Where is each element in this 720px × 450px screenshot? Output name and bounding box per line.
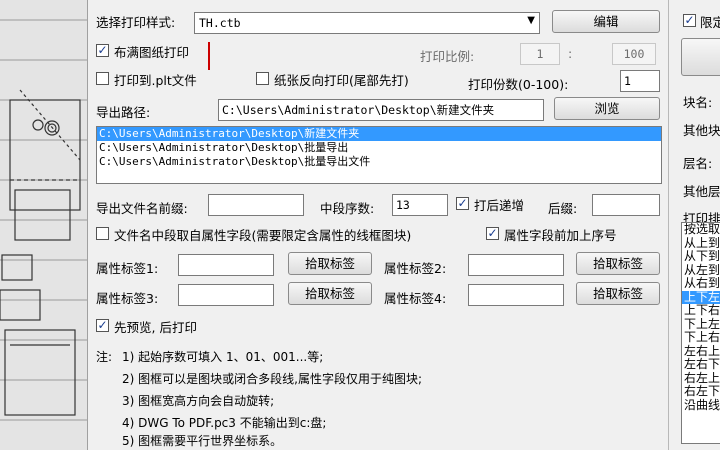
- list-item[interactable]: C:\Users\Administrator\Desktop\新建文件夹: [97, 127, 661, 141]
- print-style-value: TH.ctb: [199, 16, 241, 30]
- reverse-print-label: 纸张反向打印(尾部先打): [274, 73, 409, 88]
- note-line: 1) 起始序数可填入 1、01、001...等;: [122, 350, 324, 364]
- attr-prefix-seq-label: 属性字段前加上序号: [504, 228, 617, 243]
- scale-right-input[interactable]: 100: [612, 43, 656, 65]
- attr-tag-1-input[interactable]: [178, 254, 274, 276]
- filename-prefix-input[interactable]: [208, 194, 304, 216]
- mid-from-attr-checkbox[interactable]: [96, 227, 109, 240]
- fill-paper-checkbox[interactable]: ✓: [96, 44, 109, 57]
- browse-button[interactable]: 浏览: [554, 97, 660, 120]
- side-panel-button[interactable]: [681, 38, 720, 76]
- list-item[interactable]: 从上到: [682, 236, 720, 251]
- suffix-input[interactable]: [592, 194, 660, 216]
- print-style-select[interactable]: TH.ctb ▼: [194, 12, 540, 34]
- attr-tag-3-label: 属性标签3:: [96, 291, 159, 306]
- copies-label: 打印份数(0-100):: [468, 77, 569, 92]
- scale-label: 打印比例:: [420, 49, 475, 64]
- attr-tag-2-label: 属性标签2:: [384, 261, 447, 276]
- pick-tag-3-button[interactable]: 拾取标签: [288, 282, 372, 305]
- chevron-down-icon: ▼: [527, 15, 535, 26]
- attr-tag-3-input[interactable]: [178, 284, 274, 306]
- list-item[interactable]: 从右到: [682, 276, 720, 291]
- other-block-label: 其他块: [683, 123, 720, 138]
- export-path-label: 导出路径:: [96, 105, 151, 120]
- layer-name-label: 层名:: [683, 156, 713, 171]
- suffix-label: 后缀:: [548, 201, 578, 216]
- limit-label: 限定: [700, 15, 720, 30]
- block-name-label: 块名:: [683, 95, 713, 110]
- cad-drawing-area: [0, 0, 88, 450]
- attr-tag-2-input[interactable]: [468, 254, 564, 276]
- mid-from-attr-label: 文件名中段取自属性字段(需要限定含属性的线框图块): [114, 228, 412, 243]
- print-order-list[interactable]: 按选取 从上到 从下到 从左到 从右到 上下左 上下右 下上左 下上右 左右上 …: [681, 222, 720, 444]
- edit-style-button[interactable]: 编辑: [552, 10, 660, 33]
- list-item[interactable]: 右左下: [682, 384, 720, 399]
- increment-label: 打后递增: [474, 198, 525, 213]
- attr-tag-4-input[interactable]: [468, 284, 564, 306]
- filter-side-panel: ✓ 限定 块名: 其他块 层名: 其他层 打印排 按选取 从上到 从下到 从左到…: [668, 0, 720, 450]
- pick-tag-2-button[interactable]: 拾取标签: [576, 252, 660, 275]
- copies-input[interactable]: 1: [620, 70, 660, 92]
- list-item[interactable]: 下上右: [682, 330, 720, 345]
- marker-line: [208, 42, 210, 70]
- mid-sequence-label: 中段序数:: [320, 201, 375, 216]
- pick-tag-1-button[interactable]: 拾取标签: [288, 252, 372, 275]
- notes-prefix: 注:: [96, 350, 113, 364]
- print-to-plt-label: 打印到.plt文件: [114, 73, 197, 88]
- list-item[interactable]: 上下右: [682, 303, 720, 318]
- cad-drawing: [0, 19, 87, 421]
- mid-sequence-input[interactable]: 13: [392, 194, 448, 216]
- scale-left-input[interactable]: 1: [520, 43, 560, 65]
- list-item[interactable]: 右左上: [682, 371, 720, 386]
- list-item[interactable]: C:\Users\Administrator\Desktop\批量导出文件: [97, 155, 661, 169]
- print-to-plt-checkbox[interactable]: [96, 72, 109, 85]
- print-style-label: 选择打印样式:: [96, 15, 176, 30]
- attr-tag-1-label: 属性标签1:: [96, 261, 159, 276]
- attr-prefix-seq-checkbox[interactable]: ✓: [486, 227, 499, 240]
- list-item[interactable]: 上下左: [682, 290, 720, 304]
- export-path-input[interactable]: C:\Users\Administrator\Desktop\新建文件夹: [218, 99, 544, 121]
- list-item[interactable]: C:\Users\Administrator\Desktop\批量导出: [97, 141, 661, 155]
- list-item[interactable]: 下上左: [682, 317, 720, 332]
- limit-checkbox[interactable]: ✓: [683, 14, 696, 27]
- pick-tag-4-button[interactable]: 拾取标签: [576, 282, 660, 305]
- note-line: 3) 图框宽高方向会自动旋转;: [122, 394, 275, 408]
- list-item[interactable]: 按选取: [682, 223, 720, 237]
- scale-separator: :: [568, 46, 573, 61]
- list-item[interactable]: 从下到: [682, 249, 720, 264]
- note-line: 5) 图框需要平行世界坐标系。: [122, 434, 283, 448]
- increment-checkbox[interactable]: ✓: [456, 197, 469, 210]
- other-layer-label: 其他层: [683, 184, 720, 199]
- attr-tag-4-label: 属性标签4:: [384, 291, 447, 306]
- preview-first-checkbox[interactable]: ✓: [96, 319, 109, 332]
- filename-prefix-label: 导出文件名前缀:: [96, 201, 188, 216]
- path-history-list[interactable]: C:\Users\Administrator\Desktop\新建文件夹 C:\…: [96, 126, 662, 184]
- batch-print-dialog: 选择打印样式: TH.ctb ▼ 编辑 ✓ 布满图纸打印 打印比例: 1 : 1…: [88, 0, 668, 450]
- note-line: 4) DWG To PDF.pc3 不能输出到c:盘;: [122, 416, 327, 430]
- list-item[interactable]: 从左到: [682, 263, 720, 278]
- list-item[interactable]: 沿曲线: [682, 398, 720, 413]
- list-item[interactable]: 左右上: [682, 344, 720, 359]
- preview-first-label: 先预览, 后打印: [114, 320, 197, 335]
- note-line: 2) 图框可以是图块或闭合多段线,属性字段仅用于纯图块;: [122, 372, 422, 386]
- fill-paper-label: 布满图纸打印: [114, 45, 190, 60]
- reverse-print-checkbox[interactable]: [256, 72, 269, 85]
- list-item[interactable]: 左右下: [682, 357, 720, 372]
